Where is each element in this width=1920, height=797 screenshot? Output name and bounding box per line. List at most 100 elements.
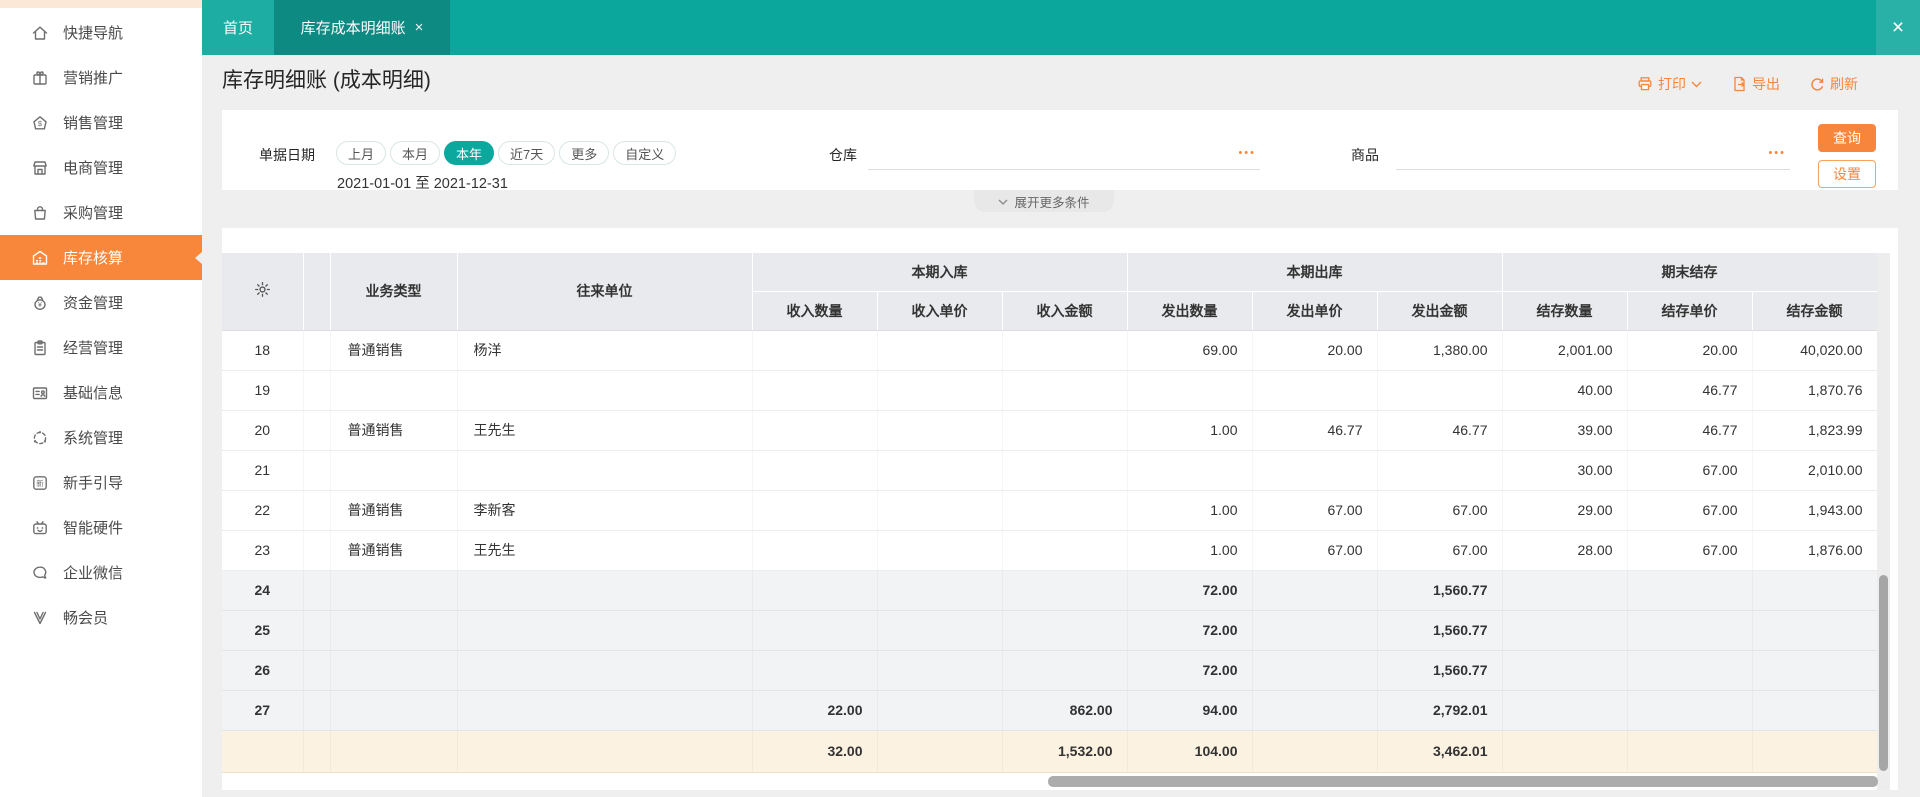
cell: 1,560.77 — [1377, 570, 1502, 610]
date-pill-this-month[interactable]: 本月 — [390, 141, 440, 165]
sidebar-item-funds[interactable]: ¥资金管理 — [0, 280, 202, 325]
table-row[interactable]: 2672.001,560.77 — [222, 650, 1877, 690]
column-header-current-out-qty[interactable]: 发出数量 — [1127, 291, 1252, 330]
vertical-scrollbar[interactable] — [1877, 253, 1890, 790]
cell — [752, 370, 877, 410]
warehouse-more-button[interactable]: ••• — [1238, 147, 1256, 159]
table-row[interactable]: 1940.0046.771,870.76 — [222, 370, 1877, 410]
column-header-current-out-price[interactable]: 发出单价 — [1252, 291, 1377, 330]
table-row[interactable]: 2722.00862.0094.002,792.01 — [222, 690, 1877, 730]
table-summary-row[interactable]: 32.001,532.00104.003,462.01 — [222, 730, 1877, 772]
table-row[interactable]: 23普通销售王先生1.0067.0067.0028.0067.001,876.0… — [222, 530, 1877, 570]
product-input[interactable]: ••• — [1396, 144, 1790, 170]
table-row[interactable]: 18普通销售杨洋69.0020.001,380.002,001.0020.004… — [222, 330, 1877, 370]
cell: 1,823.99 — [1752, 410, 1877, 450]
horizontal-scrollbar-thumb[interactable] — [1048, 776, 1878, 787]
query-button[interactable]: 查询 — [1818, 124, 1876, 152]
table-row[interactable]: 2572.001,560.77 — [222, 610, 1877, 650]
cell — [877, 650, 1002, 690]
table-row[interactable]: 20普通销售王先生1.0046.7746.7739.0046.771,823.9… — [222, 410, 1877, 450]
tab-close-icon[interactable]: × — [415, 20, 424, 35]
table-row[interactable]: 2472.001,560.77 — [222, 570, 1877, 610]
sidebar-item-basic-info[interactable]: 基础信息 — [0, 370, 202, 415]
sidebar-item-purchase[interactable]: 采购管理 — [0, 190, 202, 235]
tab-inventory-cost-ledger[interactable]: 库存成本明细账 × — [274, 0, 450, 55]
column-header-business-type[interactable]: 业务类型 — [330, 253, 457, 330]
cell — [1627, 690, 1752, 730]
cell — [877, 330, 1002, 370]
column-header-ending-balance-amount[interactable]: 结存金额 — [1752, 291, 1877, 330]
cell: 32.00 — [752, 730, 877, 772]
date-pill-custom[interactable]: 自定义 — [613, 141, 676, 165]
cell — [1252, 570, 1377, 610]
cell — [457, 690, 752, 730]
sidebar-item-smart-hardware[interactable]: 智能硬件 — [0, 505, 202, 550]
sidebar-item-marketing[interactable]: 营销推广 — [0, 55, 202, 100]
column-header-ending-balance-price[interactable]: 结存单价 — [1627, 291, 1752, 330]
settings-button[interactable]: 设置 — [1818, 160, 1876, 188]
date-pill-last-month[interactable]: 上月 — [336, 141, 386, 165]
cell — [330, 730, 457, 772]
gear-header-cell[interactable] — [222, 253, 303, 330]
cell: 李新客 — [457, 490, 752, 530]
cell — [1127, 450, 1252, 490]
gear-icon[interactable] — [254, 281, 271, 298]
sidebar-item-label: 基础信息 — [63, 382, 123, 403]
refresh-icon — [1810, 77, 1825, 92]
date-range-value[interactable]: 2021-01-01 至 2021-12-31 — [337, 172, 508, 193]
sidebar-item-inventory[interactable]: 库存核算 — [0, 235, 202, 280]
column-header-current-out-amount[interactable]: 发出金额 — [1377, 291, 1502, 330]
column-header-current-in-amount[interactable]: 收入金额 — [1002, 291, 1127, 330]
window-close-button[interactable]: × — [1876, 0, 1920, 55]
cell: 72.00 — [1127, 570, 1252, 610]
column-header-partner[interactable]: 往来单位 — [457, 253, 752, 330]
cell — [877, 490, 1002, 530]
export-icon — [1732, 76, 1747, 92]
print-button[interactable]: 打印 — [1637, 74, 1702, 94]
cell — [330, 450, 457, 490]
cell — [457, 730, 752, 772]
export-button[interactable]: 导出 — [1732, 74, 1780, 94]
sidebar-item-system[interactable]: 系统管理 — [0, 415, 202, 460]
expand-more-conditions[interactable]: 展开更多条件 — [974, 190, 1114, 212]
refresh-label: 刷新 — [1830, 74, 1858, 94]
table-row[interactable]: 2130.0067.002,010.00 — [222, 450, 1877, 490]
cell — [1252, 370, 1377, 410]
filter-panel: 单据日期 上月本月本年近7天更多自定义 2021-01-01 至 2021-12… — [222, 110, 1898, 190]
refresh-button[interactable]: 刷新 — [1810, 74, 1858, 94]
cell — [1252, 450, 1377, 490]
tab-home[interactable]: 首页 — [202, 0, 274, 55]
shopping-bag-icon — [30, 203, 50, 223]
cell: 67.00 — [1252, 530, 1377, 570]
warehouse-icon — [30, 248, 50, 268]
column-header-current-in-qty[interactable]: 收入数量 — [752, 291, 877, 330]
product-more-button[interactable]: ••• — [1768, 147, 1786, 159]
cell: 普通销售 — [330, 490, 457, 530]
cell: 72.00 — [1127, 610, 1252, 650]
cell: 862.00 — [1002, 690, 1127, 730]
sidebar-item-newbie-guide[interactable]: 新新手引导 — [0, 460, 202, 505]
sidebar-menu: 快捷导航营销推广$销售管理电商管理采购管理库存核算¥资金管理经营管理基础信息系统… — [0, 10, 202, 640]
row-number: 19 — [222, 370, 303, 410]
vertical-scrollbar-thumb[interactable] — [1879, 575, 1888, 771]
cell: 2,010.00 — [1752, 450, 1877, 490]
sidebar-item-operations[interactable]: 经营管理 — [0, 325, 202, 370]
cell — [1752, 690, 1877, 730]
cell — [1502, 650, 1627, 690]
column-header-ending-balance-qty[interactable]: 结存数量 — [1502, 291, 1627, 330]
cell: 22.00 — [752, 690, 877, 730]
column-header-current-in-price[interactable]: 收入单价 — [877, 291, 1002, 330]
sidebar-item-ecommerce[interactable]: 电商管理 — [0, 145, 202, 190]
date-pill-last-7-days[interactable]: 近7天 — [498, 141, 555, 165]
sidebar-item-quick-nav[interactable]: 快捷导航 — [0, 10, 202, 55]
sidebar-item-sales[interactable]: $销售管理 — [0, 100, 202, 145]
sidebar-item-wecom[interactable]: 企业微信 — [0, 550, 202, 595]
sidebar-item-member[interactable]: 畅会员 — [0, 595, 202, 640]
table-row[interactable]: 22普通销售李新客1.0067.0067.0029.0067.001,943.0… — [222, 490, 1877, 530]
date-pill-this-year[interactable]: 本年 — [444, 141, 494, 165]
cell — [1377, 370, 1502, 410]
cell — [877, 370, 1002, 410]
cell — [457, 370, 752, 410]
date-pill-more[interactable]: 更多 — [559, 141, 609, 165]
warehouse-input[interactable]: ••• — [868, 144, 1260, 170]
